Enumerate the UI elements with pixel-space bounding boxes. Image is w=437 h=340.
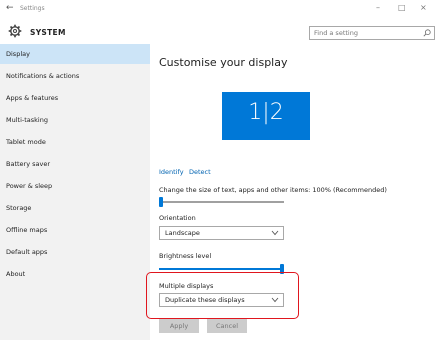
cancel-button[interactable]: Cancel: [207, 319, 247, 333]
sidebar-item-apps-features[interactable]: Apps & features: [0, 88, 150, 108]
back-arrow-icon[interactable]: ←: [6, 3, 14, 13]
page-title: Customise your display: [159, 56, 288, 69]
sidebar-item-multitasking[interactable]: Multi-tasking: [0, 110, 150, 130]
chevron-down-icon: [271, 230, 279, 236]
search-input[interactable]: Find a setting: [309, 26, 435, 40]
monitor-label: 1|2: [248, 100, 284, 125]
sidebar-item-offline-maps[interactable]: Offline maps: [0, 220, 150, 240]
search-placeholder: Find a setting: [314, 29, 358, 37]
orientation-select[interactable]: Landscape: [159, 226, 284, 240]
scale-slider-thumb[interactable]: [159, 197, 163, 207]
title-bar: ← Settings – □ ×: [0, 0, 437, 20]
highlight-box: [146, 272, 299, 319]
sidebar-item-notifications[interactable]: Notifications & actions: [0, 66, 150, 86]
minimize-button[interactable]: –: [376, 3, 380, 12]
sidebar: Display Notifications & actions Apps & f…: [0, 44, 150, 340]
detect-link[interactable]: Detect: [189, 168, 211, 176]
close-button[interactable]: ×: [420, 3, 427, 12]
window-title: Settings: [20, 5, 45, 12]
display-monitor-tile[interactable]: 1|2: [222, 92, 310, 140]
identify-link[interactable]: Identify: [159, 168, 184, 176]
gear-icon: [8, 24, 22, 38]
search-icon: [423, 29, 431, 37]
sidebar-item-tablet-mode[interactable]: Tablet mode: [0, 132, 150, 152]
sidebar-item-battery-saver[interactable]: Battery saver: [0, 154, 150, 174]
sidebar-item-display[interactable]: Display: [0, 44, 150, 64]
scale-label: Change the size of text, apps and other …: [159, 186, 387, 194]
sidebar-item-default-apps[interactable]: Default apps: [0, 242, 150, 262]
brightness-label: Brightness level: [159, 252, 212, 260]
brightness-slider-fill[interactable]: [159, 268, 284, 270]
sidebar-item-about[interactable]: About: [0, 264, 150, 284]
settings-header: SYSTEM Find a setting: [0, 20, 437, 44]
scale-slider-track[interactable]: [159, 201, 284, 203]
sidebar-item-power-sleep[interactable]: Power & sleep: [0, 176, 150, 196]
orientation-label: Orientation: [159, 214, 196, 222]
apply-button[interactable]: Apply: [159, 319, 199, 333]
orientation-value: Landscape: [165, 229, 200, 237]
maximize-button[interactable]: □: [398, 3, 406, 12]
sidebar-item-storage[interactable]: Storage: [0, 198, 150, 218]
section-title: SYSTEM: [30, 28, 66, 37]
